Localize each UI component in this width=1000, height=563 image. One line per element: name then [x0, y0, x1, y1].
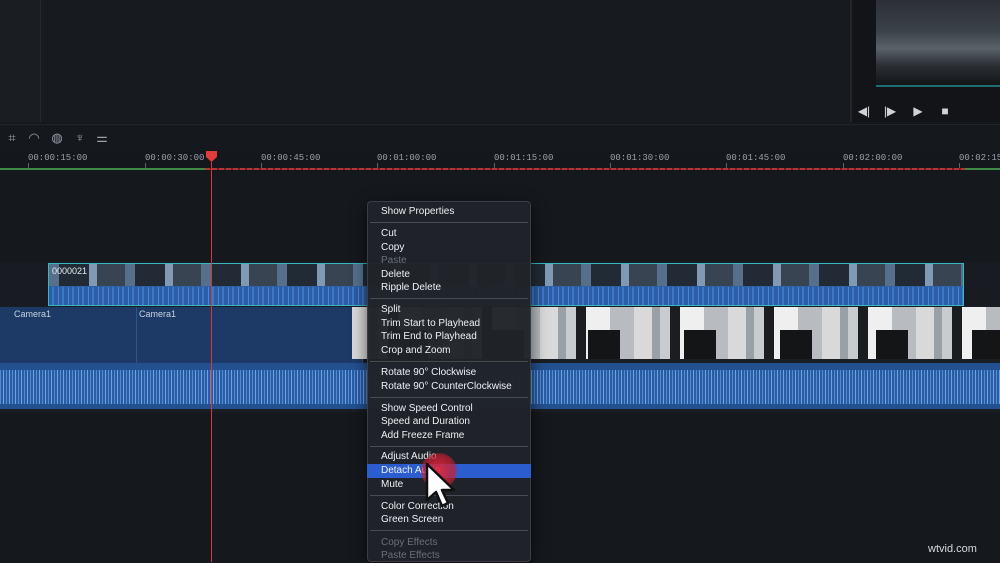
ruler-tick-label: 00:00:45:00 [261, 153, 321, 163]
render-bar-unrendered [205, 168, 965, 170]
mouse-cursor-icon [425, 462, 456, 508]
menu-separator [370, 361, 528, 362]
audio-mixer-icon[interactable]: ♆ [72, 130, 88, 145]
menu-separator [370, 530, 528, 531]
ruler-tick-label: 00:01:15:00 [494, 153, 554, 163]
menu-separator [370, 446, 528, 447]
preview-video [876, 0, 1000, 88]
ruler-tick-label: 00:00:15:00 [28, 153, 88, 163]
clip-label: 0000021 [52, 266, 88, 276]
render-bar-rendered [0, 168, 205, 170]
menu-item-trim-end[interactable]: Trim End to Playhead [367, 330, 531, 344]
timeline-toolbar [0, 124, 1000, 151]
menu-item-copy-effects: Copy Effects [381, 537, 438, 548]
clip-divider [136, 307, 137, 363]
menu-item-cut[interactable]: Cut [367, 227, 531, 241]
step-forward-icon[interactable]: |▶ [882, 104, 898, 118]
ruler-tick-label: 00:02:00:00 [843, 153, 903, 163]
step-back-icon[interactable]: ◀| [856, 104, 872, 118]
menu-item-speed-control[interactable]: Show Speed Control [367, 402, 531, 416]
menu-separator [370, 222, 528, 223]
adjust-icon[interactable]: ⚌ [94, 130, 110, 146]
menu-item-copy[interactable]: Copy [367, 241, 531, 255]
render-bar-rendered [965, 168, 1000, 170]
clip-camera1[interactable] [0, 307, 363, 363]
menu-item-split[interactable]: Split [367, 303, 531, 317]
playhead-line[interactable] [211, 162, 212, 562]
left-panel [0, 0, 41, 122]
preview-progress-line [876, 85, 1000, 87]
menu-item-ripple-delete[interactable]: Ripple Delete [367, 281, 531, 295]
play-icon[interactable]: ▶ [910, 104, 926, 118]
ruler-tick-label: 00:01:30:00 [610, 153, 670, 163]
menu-item-rotate-cw[interactable]: Rotate 90° Clockwise [367, 366, 531, 380]
clip-label: Camera1 [14, 309, 52, 319]
color-icon[interactable]: ◍ [49, 130, 65, 146]
menu-item-freeze-frame[interactable]: Add Freeze Frame [367, 429, 531, 443]
menu-separator [370, 298, 528, 299]
menu-item-rotate-ccw[interactable]: Rotate 90° CounterClockwise [367, 380, 531, 394]
stop-icon[interactable]: ■ [937, 104, 953, 118]
ruler-tick-label: 00:01:45:00 [726, 153, 786, 163]
ruler-tick-label: 00:00:30:00 [145, 153, 205, 163]
ruler-tick-label: 00:02:15:00 [959, 153, 1000, 163]
menu-item-paste-effects: Paste Effects [381, 550, 440, 561]
media-library-area [41, 0, 849, 122]
watermark: wtvid.com [928, 543, 977, 555]
menu-separator [370, 397, 528, 398]
crop-icon[interactable]: ⌗ [4, 130, 20, 146]
ruler-tick-label: 00:01:00:00 [377, 153, 437, 163]
speed-icon[interactable]: ◠ [26, 130, 42, 146]
menu-item-crop-zoom[interactable]: Crop and Zoom [367, 344, 531, 358]
menu-item-delete[interactable]: Delete [367, 268, 531, 282]
menu-item-speed-duration[interactable]: Speed and Duration [367, 415, 531, 429]
menu-item-trim-start[interactable]: Trim Start to Playhead [367, 317, 531, 331]
menu-item-show-properties[interactable]: Show Properties [367, 205, 531, 219]
menu-item-green-screen[interactable]: Green Screen [367, 513, 531, 527]
menu-item-paste: Paste [381, 255, 407, 266]
clip-label: Camera1 [139, 309, 177, 319]
